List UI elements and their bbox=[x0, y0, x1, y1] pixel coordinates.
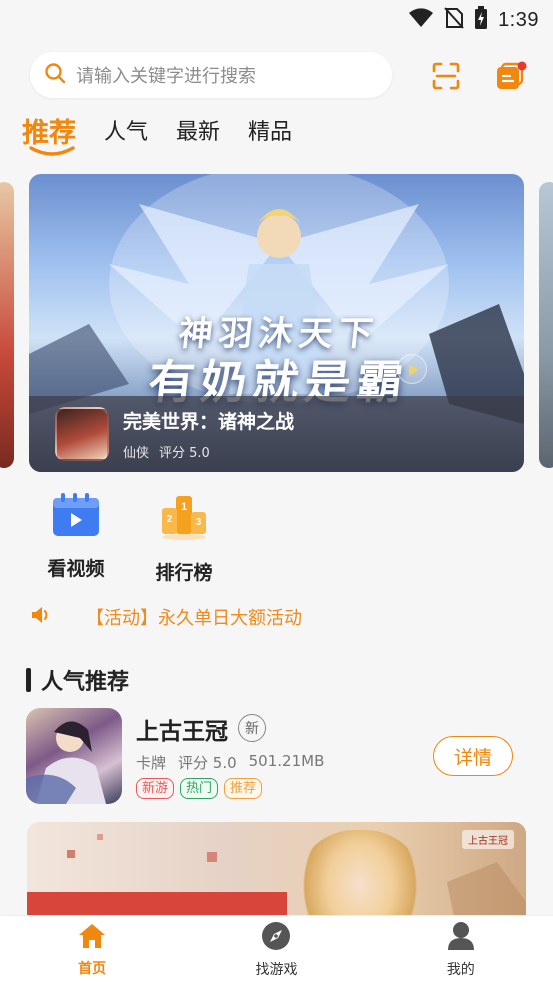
banner-rating: 评分 5.0 bbox=[159, 446, 210, 461]
user-icon bbox=[446, 921, 476, 955]
message-icon[interactable] bbox=[494, 60, 527, 92]
game-icon[interactable] bbox=[26, 708, 122, 804]
tag-hot: 热门 bbox=[180, 778, 219, 799]
game-thumbnail[interactable] bbox=[55, 407, 109, 461]
tab-label: 最新 bbox=[176, 120, 221, 145]
game-rating: 评分 5.0 bbox=[178, 754, 237, 772]
wifi-icon bbox=[408, 7, 434, 33]
game-list-item[interactable]: 上古王冠 新 卡牌 评分 5.0 501.21MB 新游 热门 推荐 详情 bbox=[26, 706, 526, 806]
shortcut-watch-video[interactable]: 看视频 bbox=[40, 492, 112, 585]
tag-new: 新游 bbox=[136, 778, 175, 799]
status-bar: 1:39 bbox=[0, 0, 553, 40]
tag-recommend: 推荐 bbox=[224, 778, 263, 799]
promo-logo: 上古王冠 bbox=[462, 830, 514, 849]
new-badge: 新 bbox=[238, 714, 266, 742]
tab-label: 人气 bbox=[104, 120, 149, 145]
game-tags: 新游 热门 推荐 bbox=[136, 778, 263, 799]
nav-profile[interactable]: 我的 bbox=[401, 921, 521, 979]
nav-find-games[interactable]: 找游戏 bbox=[216, 921, 336, 979]
featured-banner[interactable]: 神羽沐天下 有奶就是霸 完美世界：诸神之战 仙侠 评分 5.0 bbox=[29, 174, 524, 472]
game-genre: 卡牌 bbox=[136, 754, 167, 772]
banner-carousel[interactable]: 神羽沐天下 有奶就是霸 完美世界：诸神之战 仙侠 评分 5.0 bbox=[0, 174, 553, 472]
search-placeholder: 请输入关键字进行搜索 bbox=[76, 66, 256, 86]
shortcut-label: 看视频 bbox=[47, 558, 105, 580]
banner-next-peek[interactable] bbox=[539, 182, 553, 468]
speaker-icon bbox=[30, 605, 52, 629]
nav-label: 首页 bbox=[78, 960, 107, 977]
search-row: 请输入关键字进行搜索 bbox=[30, 52, 530, 98]
video-calendar-icon bbox=[51, 492, 101, 542]
tab-recommend[interactable]: 推荐 bbox=[22, 108, 76, 156]
compass-icon bbox=[261, 921, 291, 955]
shortcut-label: 排行榜 bbox=[155, 562, 213, 584]
tab-active-indicator bbox=[29, 146, 75, 156]
ranking-podium-icon: 1 2 3 bbox=[159, 492, 209, 546]
banner-genre: 仙侠 bbox=[123, 446, 150, 461]
section-header: 人气推荐 bbox=[26, 664, 129, 696]
nav-label: 我的 bbox=[446, 961, 475, 978]
battery-charging-icon bbox=[474, 5, 488, 35]
no-sim-icon bbox=[444, 6, 464, 34]
tab-label: 精品 bbox=[248, 120, 293, 145]
nav-home[interactable]: 首页 bbox=[32, 922, 152, 978]
home-icon bbox=[77, 922, 107, 954]
tab-premium[interactable]: 精品 bbox=[248, 108, 292, 152]
section-title: 人气推荐 bbox=[41, 670, 130, 695]
banner-game-title: 完美世界：诸神之战 bbox=[123, 411, 295, 433]
tab-popular[interactable]: 人气 bbox=[104, 108, 148, 152]
game-size: 501.21MB bbox=[248, 752, 325, 770]
banner-prev-peek[interactable] bbox=[0, 182, 14, 468]
section-bar bbox=[26, 668, 31, 692]
search-icon bbox=[44, 62, 66, 88]
svg-text:3: 3 bbox=[196, 517, 202, 528]
notice-bar[interactable]: 【活动】永久单日大额活动 bbox=[30, 604, 302, 630]
detail-button[interactable]: 详情 bbox=[433, 736, 513, 776]
notice-text[interactable]: 【活动】永久单日大额活动 bbox=[86, 604, 302, 630]
clock: 1:39 bbox=[498, 8, 539, 31]
category-tabs: 推荐 人气 最新 精品 bbox=[22, 108, 292, 156]
game-name: 上古王冠 bbox=[136, 719, 228, 745]
banner-info-bar: 完美世界：诸神之战 仙侠 评分 5.0 bbox=[29, 396, 524, 472]
svg-text:1: 1 bbox=[181, 501, 187, 513]
nav-label: 找游戏 bbox=[255, 961, 298, 978]
tab-latest[interactable]: 最新 bbox=[176, 108, 220, 152]
shortcut-ranking[interactable]: 1 2 3 排行榜 bbox=[148, 492, 220, 585]
bottom-navigation: 首页 找游戏 我的 bbox=[0, 915, 553, 983]
play-icon[interactable] bbox=[397, 354, 427, 384]
svg-text:2: 2 bbox=[167, 514, 173, 525]
scan-icon[interactable] bbox=[430, 60, 462, 92]
shortcut-grid: 看视频 1 2 3 排行榜 bbox=[40, 492, 220, 585]
search-input[interactable]: 请输入关键字进行搜索 bbox=[30, 52, 392, 98]
